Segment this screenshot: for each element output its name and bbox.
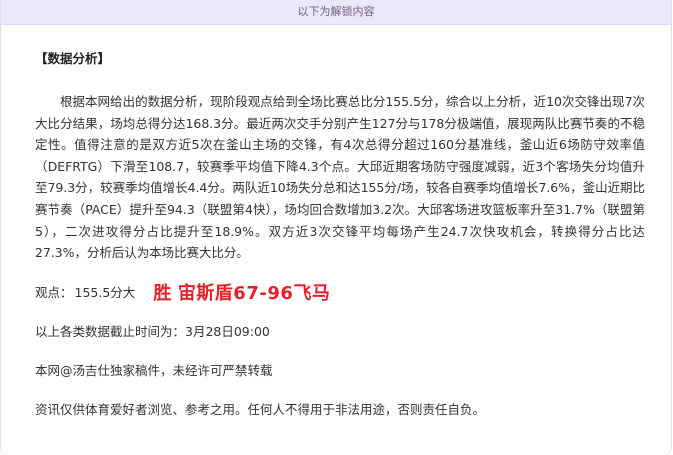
pick-result: 胜宙斯盾67-96飞马 <box>153 279 330 305</box>
analysis-paragraph: 根据本网给出的数据分析，现阶段观点给到全场比赛总比分155.5分，综合以上分析，… <box>35 94 645 261</box>
pick-value: 155.5分大 <box>74 285 136 301</box>
section-title: 【数据分析】 <box>35 51 111 66</box>
pick-label: 观点： <box>35 285 73 301</box>
pick-result-prefix: 胜 <box>153 282 172 304</box>
article-content: 【数据分析】 根据本网给出的数据分析，现阶段观点给到全场比赛总比分155.5分，… <box>1 50 671 420</box>
unlock-banner: 以下为解锁内容 <box>1 0 671 25</box>
copyright-notice: 本网@汤吉仕独家稿件，未经许可严禁转载 <box>35 362 273 378</box>
disclaimer: 资讯仅供体育爱好者浏览、参考之用。任何人不得用于非法用途，否则责任自负。 <box>35 401 486 417</box>
pick-row: 观点： 155.5分大 胜宙斯盾67-96飞马 <box>35 279 645 305</box>
article-frame: 以下为解锁内容 【数据分析】 根据本网给出的数据分析，现阶段观点给到全场比赛总比… <box>0 0 672 455</box>
pick-result-matchup: 宙斯盾67-96飞马 <box>177 282 331 304</box>
data-deadline: 以上各类数据截止时间为：3月28日09:00 <box>35 323 270 339</box>
